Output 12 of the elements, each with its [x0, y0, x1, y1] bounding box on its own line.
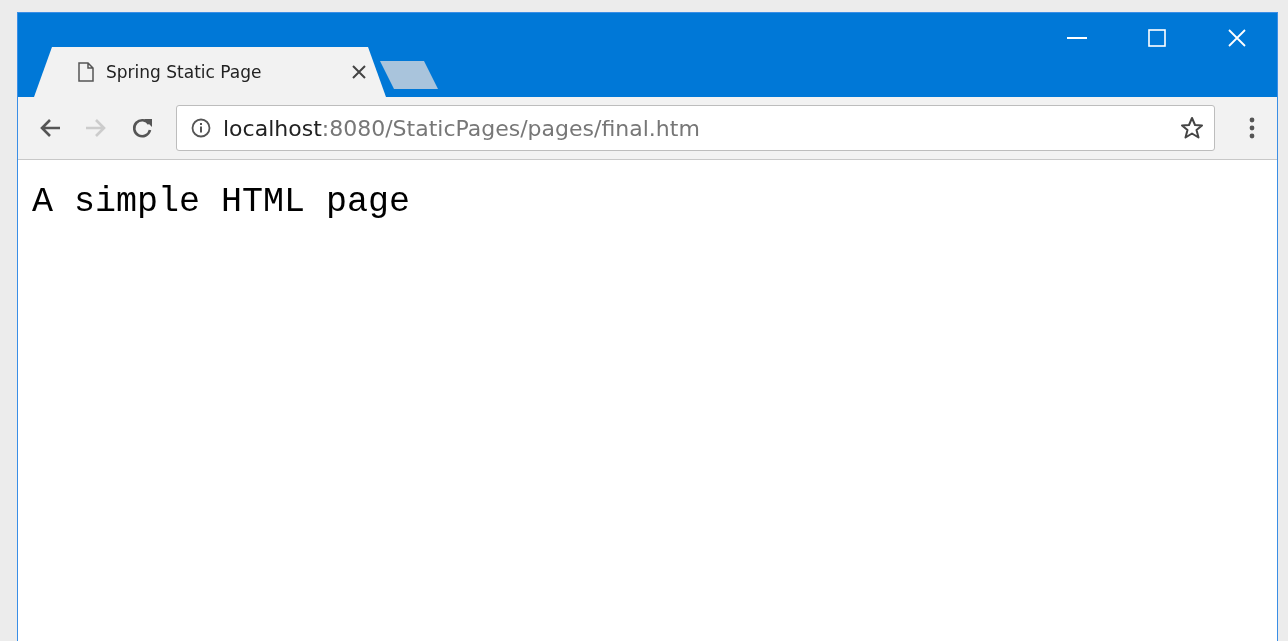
page-text: A simple HTML page [32, 182, 411, 222]
maximize-icon[interactable] [1148, 29, 1166, 47]
close-icon[interactable] [352, 65, 366, 79]
menu-icon[interactable] [1249, 117, 1255, 139]
star-icon[interactable] [1180, 116, 1204, 140]
info-icon[interactable] [191, 118, 211, 138]
back-icon[interactable] [39, 118, 61, 138]
page-icon [78, 62, 94, 82]
address-field[interactable]: localhost:8080/StaticPages/pages/final.htm [176, 105, 1215, 151]
browser-tab[interactable]: Spring Static Page [34, 47, 386, 97]
reload-icon[interactable] [131, 117, 153, 139]
url-text: localhost:8080/StaticPages/pages/final.htm [223, 115, 701, 141]
